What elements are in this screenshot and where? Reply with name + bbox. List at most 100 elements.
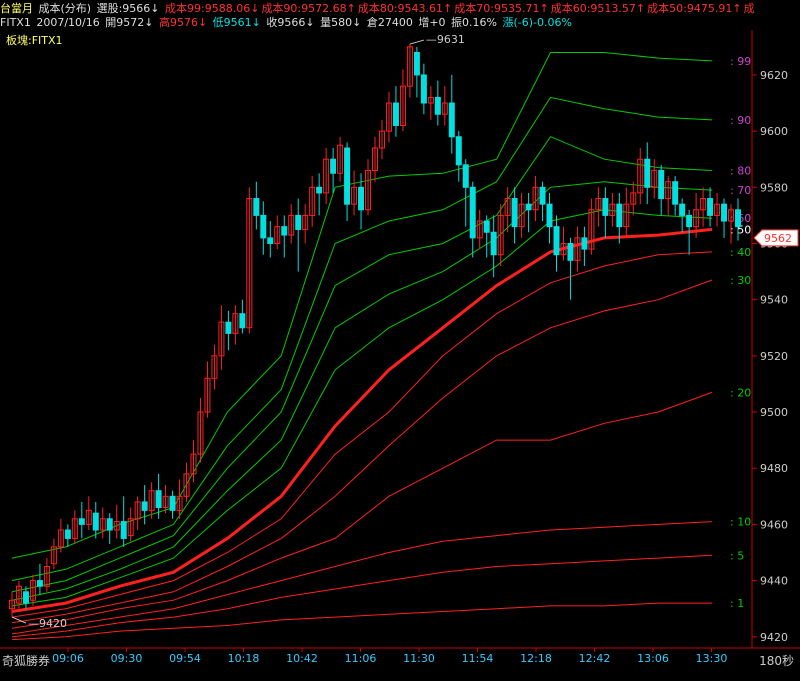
candle-body xyxy=(120,521,127,539)
candle-body xyxy=(169,495,176,511)
candle-body xyxy=(483,220,490,233)
cost-line-60 xyxy=(11,209,713,607)
y-tick-label: 9540 xyxy=(760,294,788,307)
cost-line-99 xyxy=(11,52,713,559)
quote-high: 高9576↓ xyxy=(158,16,208,28)
candle-body xyxy=(106,518,113,531)
selected-value: 選股:9566↓ xyxy=(96,2,160,14)
cost-line-label: : 10 xyxy=(730,516,751,529)
candle-body xyxy=(260,214,267,239)
quote-bar: FITX1 2007/10/16 開9572↓ 高9576↓ 低9561↓ 收9… xyxy=(0,14,800,28)
candle-body xyxy=(92,512,99,531)
cost-labels: 成本99:9588.06↓ 成本90:9572.68↑ 成本80:9543.61↑ 成… xyxy=(165,2,757,14)
candle-body xyxy=(225,321,232,334)
quote-amplitude: 振0.16% xyxy=(451,16,497,28)
quote-open: 開9572↓ xyxy=(105,16,154,28)
candle-body xyxy=(78,518,85,525)
candle-body xyxy=(253,198,260,216)
quote-symbol: FITX1 xyxy=(0,16,31,28)
candle-body xyxy=(455,136,462,166)
candle-body xyxy=(358,186,365,211)
y-tick-label: 9600 xyxy=(760,125,788,138)
candle-body xyxy=(644,158,651,188)
cost-line-label: : 20 xyxy=(730,386,751,399)
cost-label-5: 成本50:9475.91↑ xyxy=(647,2,742,14)
footer-bar: 奇狐勝券 180秒 xyxy=(0,650,800,681)
cost-line-1 xyxy=(11,602,712,641)
quote-change: 漲(-6)-0.06% xyxy=(502,16,572,28)
indicator-name[interactable]: 成本(分布) xyxy=(39,2,92,14)
cost-line-40 xyxy=(11,251,713,618)
candle-body xyxy=(267,237,274,244)
candle-body xyxy=(413,51,420,76)
cost-line-30 xyxy=(11,279,713,624)
candle-body xyxy=(602,198,609,216)
cost-label-1: 成本90:9572.68↑ xyxy=(261,2,356,14)
quote-volume: 量580↓ xyxy=(320,16,362,28)
quote-oi: 倉27400 xyxy=(366,16,413,28)
cost-line-label: : 30 xyxy=(730,274,751,287)
cost-label-0: 成本99:9588.06↓ xyxy=(165,2,260,14)
candle-body xyxy=(707,198,714,216)
candle-body xyxy=(64,529,71,539)
candle-body xyxy=(155,490,162,509)
high-marker xyxy=(409,39,425,45)
candle-body xyxy=(567,242,574,261)
candle-body xyxy=(658,169,665,200)
cost-label-6: 成 xyxy=(743,2,755,14)
candle-body xyxy=(525,203,532,211)
cost-line-label: : 5 xyxy=(730,549,744,562)
y-tick-label: 9500 xyxy=(760,406,788,419)
y-tick-label: 9420 xyxy=(760,631,788,644)
candle-body xyxy=(420,74,427,104)
quote-low: 低9561↓ xyxy=(212,16,261,28)
instrument-title[interactable]: 台當月 xyxy=(0,2,33,14)
board-label: 板塊:FITX1 xyxy=(6,34,63,47)
candle-body xyxy=(141,501,148,511)
cost-label-2: 成本80:9543.61↑ xyxy=(357,2,453,14)
cost-line-10 xyxy=(11,521,713,635)
y-tick-label: 9480 xyxy=(760,462,788,475)
cost-line-label: : 99 xyxy=(730,55,751,68)
period-selector[interactable]: 180秒 xyxy=(759,652,794,669)
candle-body xyxy=(448,102,455,138)
candle-body xyxy=(316,186,323,194)
y-tick-label: 9520 xyxy=(760,350,788,363)
cost-label-4: 成本60:9513.57↑ xyxy=(550,2,646,14)
high-label: —9631 xyxy=(426,33,465,46)
candle-body xyxy=(735,209,741,228)
candle-body xyxy=(330,158,337,174)
quote-close: 收9566↓ xyxy=(266,16,315,28)
y-tick-label: 9580 xyxy=(760,181,788,194)
broker-name: 奇狐勝券 xyxy=(2,654,51,668)
candle-body xyxy=(539,186,546,205)
cost-line-label: : 1 xyxy=(730,597,744,610)
last-price-label: 9562 xyxy=(764,232,792,245)
cost-line-label: : 70 xyxy=(730,184,751,197)
candle-body xyxy=(553,226,560,256)
candle-body xyxy=(344,147,351,205)
candle-body xyxy=(546,203,553,228)
candle-body xyxy=(679,203,686,216)
candle-body xyxy=(239,313,246,329)
candle-body xyxy=(22,591,29,604)
candle-body xyxy=(469,186,476,239)
candle-body xyxy=(434,96,441,115)
cost-distribution-chart[interactable]: 9420944094609480950095209540956095809600… xyxy=(0,0,800,681)
y-tick-label: 9460 xyxy=(760,518,788,531)
low-label: —9420 xyxy=(28,617,67,630)
quote-date: 2007/10/16 xyxy=(36,16,100,28)
candle-body xyxy=(392,102,399,127)
candle-body xyxy=(686,214,693,228)
candle-body xyxy=(281,226,288,236)
cost-line-50 xyxy=(11,227,713,613)
cost-line-label: : 90 xyxy=(730,114,751,127)
cost-line-5 xyxy=(11,554,713,638)
cost-label-3: 成本70:9535.71↑ xyxy=(454,2,549,14)
candle-body xyxy=(295,214,302,230)
cost-line-label: : 40 xyxy=(730,246,751,259)
candle-body xyxy=(672,181,679,205)
candle-body xyxy=(581,237,588,250)
candle-body xyxy=(462,164,469,188)
candle-body xyxy=(721,203,728,222)
